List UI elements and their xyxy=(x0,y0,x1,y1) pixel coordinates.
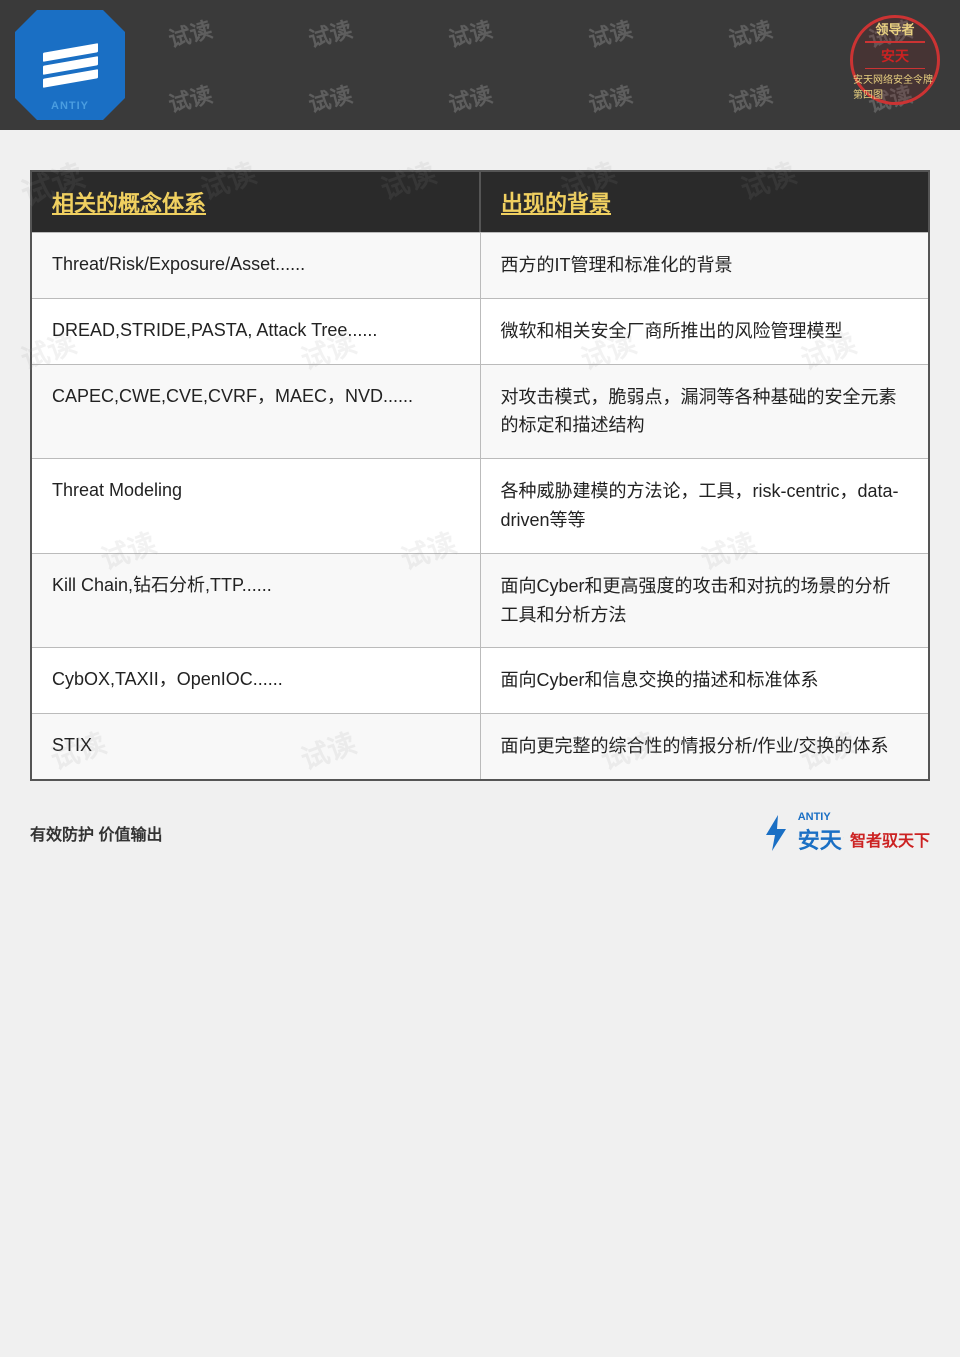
watermark-grid: 试读 试读 试读 试读 试读 试读 试读 试读 试读 试读 试读 试读 xyxy=(0,0,960,130)
footer-brand-area: ANTIY 安天 | 智者驭天下 xyxy=(760,811,930,855)
table-row: Kill Chain,钻石分析,TTP...... 面向Cyber和更高强度的攻… xyxy=(32,553,928,648)
wm-1: 试读 xyxy=(165,11,216,53)
wm-7: 试读 xyxy=(165,76,216,118)
lightning-icon xyxy=(760,815,790,851)
main-content: 试读 试读 试读 试读 试读 试读 试读 试读 试读 试读 试读 试读 试读 试… xyxy=(0,130,960,811)
cell-right-2: 微软和相关安全厂商所推出的风险管理模型 xyxy=(481,299,929,364)
badge-bottom: 安天网络安全令牌第四图 xyxy=(853,71,937,101)
cell-left-7: STIX xyxy=(32,714,481,779)
table-row: DREAD,STRIDE,PASTA, Attack Tree...... 微软… xyxy=(32,298,928,364)
table-row: Threat/Risk/Exposure/Asset...... 西方的IT管理… xyxy=(32,232,928,298)
badge-top: 领导者 xyxy=(875,19,914,38)
cell-left-3: CAPEC,CWE,CVE,CVRF，MAEC，NVD...... xyxy=(32,365,481,459)
cell-left-2: DREAD,STRIDE,PASTA, Attack Tree...... xyxy=(32,299,481,364)
footer-antiy: ANTIY xyxy=(798,811,831,823)
table-row: STIX 面向更完整的综合性的情报分析/作业/交换的体系 xyxy=(32,713,928,779)
cell-left-1: Threat/Risk/Exposure/Asset...... xyxy=(32,233,481,298)
table-row: Threat Modeling 各种威胁建模的方法论，工具，risk-centr… xyxy=(32,458,928,553)
badge-mid: 安天 xyxy=(881,46,909,66)
cell-right-4: 各种威胁建模的方法论，工具，risk-centric，data-driven等等 xyxy=(481,459,929,553)
cell-right-3: 对攻击模式，脆弱点，漏洞等各种基础的安全元素的标定和描述结构 xyxy=(481,365,929,459)
wm-10: 试读 xyxy=(585,76,636,118)
wm-5: 试读 xyxy=(725,11,776,53)
wm-3: 试读 xyxy=(445,11,496,53)
logo-text: ANTIY xyxy=(51,100,89,112)
col1-header: 相关的概念体系 xyxy=(32,172,481,232)
logo: ANTIY xyxy=(15,10,125,120)
footer-slogan: 有效防护 价值输出 xyxy=(30,821,162,845)
cell-left-6: CybOX,TAXII，OpenIOC...... xyxy=(32,648,481,713)
cell-right-1: 西方的IT管理和标准化的背景 xyxy=(481,233,929,298)
col2-header: 出现的背景 xyxy=(481,172,928,232)
cell-right-7: 面向更完整的综合性的情报分析/作业/交换的体系 xyxy=(481,714,929,779)
badge-circle: 领导者 安天 安天网络安全令牌第四图 xyxy=(850,15,940,105)
wm-4: 试读 xyxy=(585,11,636,53)
wm-11: 试读 xyxy=(725,76,776,118)
header: ANTIY 试读 试读 试读 试读 试读 试读 试读 试读 试读 试读 试读 试… xyxy=(0,0,960,130)
table-header: 相关的概念体系 出现的背景 xyxy=(32,172,928,232)
cell-right-5: 面向Cyber和更高强度的攻击和对抗的场景的分析工具和分析方法 xyxy=(481,554,929,648)
wm-2: 试读 xyxy=(305,11,356,53)
header-badge: 领导者 安天 安天网络安全令牌第四图 xyxy=(845,10,945,110)
data-table: 相关的概念体系 出现的背景 Threat/Risk/Exposure/Asset… xyxy=(30,170,930,781)
wm-8: 试读 xyxy=(305,76,356,118)
cell-left-4: Threat Modeling xyxy=(32,459,481,553)
table-row: CAPEC,CWE,CVE,CVRF，MAEC，NVD...... 对攻击模式，… xyxy=(32,364,928,459)
cell-left-5: Kill Chain,钻石分析,TTP...... xyxy=(32,554,481,648)
wm-9: 试读 xyxy=(445,76,496,118)
footer: 有效防护 价值输出 ANTIY 安天 | 智者驭天下 xyxy=(0,781,960,885)
cell-right-6: 面向Cyber和信息交换的描述和标准体系 xyxy=(481,648,929,713)
table-row: CybOX,TAXII，OpenIOC...... 面向Cyber和信息交换的描… xyxy=(32,647,928,713)
footer-brand: 安天 xyxy=(798,823,842,855)
footer-brand-sub: 智者驭天下 xyxy=(850,827,930,851)
